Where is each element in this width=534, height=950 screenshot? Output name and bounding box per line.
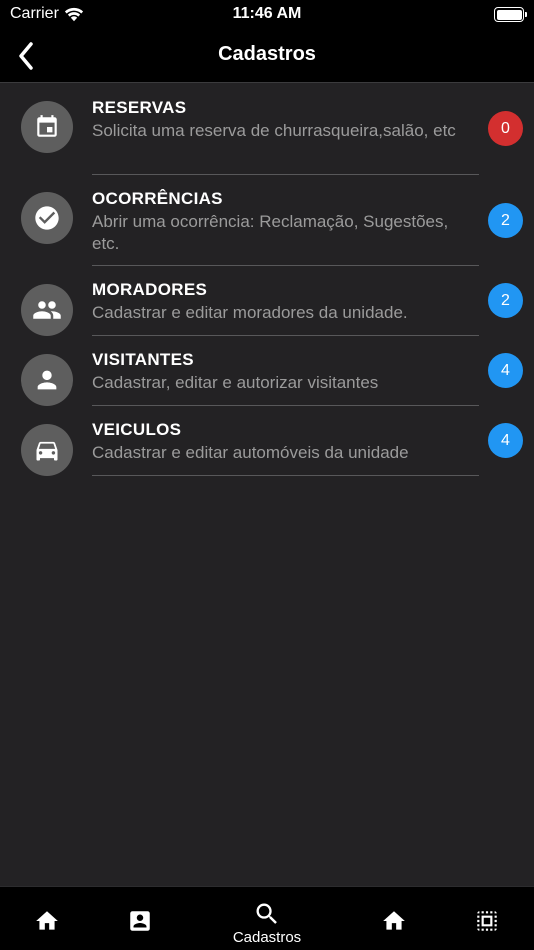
tab-home-secondary[interactable]	[364, 887, 424, 950]
veiculos-icon-circle	[21, 424, 73, 476]
badge-count: 4	[488, 353, 523, 388]
battery-icon	[494, 7, 527, 22]
item-title: RESERVAS	[92, 98, 187, 117]
badge-count: 4	[488, 423, 523, 458]
status-time: 11:46 AM	[232, 5, 302, 22]
visitantes-icon-circle	[21, 354, 73, 406]
item-description: Cadastrar e editar automóveis da unidade	[92, 443, 409, 462]
ocorrencias-icon-circle	[21, 192, 73, 244]
item-description: Cadastrar e editar moradores da unidade.	[92, 303, 408, 322]
contact-card-icon	[130, 911, 150, 931]
tab-cadastros[interactable]: Cadastros	[233, 887, 301, 950]
item-title: OCORRÊNCIAS	[92, 189, 223, 208]
tab-contact-card[interactable]	[110, 887, 170, 950]
item-title: VISITANTES	[92, 350, 194, 369]
item-title: VEICULOS	[92, 420, 182, 439]
item-description: Solicita uma reserva de churrasqueira,sa…	[92, 121, 456, 140]
tab-home[interactable]	[17, 887, 77, 950]
badge-count: 2	[488, 283, 523, 318]
person-icon	[37, 370, 57, 390]
moradores-icon-circle	[21, 284, 73, 336]
cadastros-list: RESERVAS Solicita uma reserva de churras…	[0, 84, 534, 476]
tab-bar: Cadastros	[0, 886, 534, 950]
tab-label: Cadastros	[232, 929, 302, 946]
tab-select-all[interactable]	[457, 887, 517, 950]
status-bar: Carrier 11:46 AM	[0, 0, 534, 30]
navigation-bar: Cadastros	[0, 30, 534, 83]
list-item-reservas[interactable]: RESERVAS Solicita uma reserva de churras…	[0, 84, 534, 175]
page-title: Cadastros	[218, 43, 316, 65]
list-item-moradores[interactable]: MORADORES Cadastrar e editar moradores d…	[0, 266, 534, 336]
item-description: Cadastrar, editar e autorizar visitantes	[92, 373, 379, 392]
people-icon	[33, 301, 61, 319]
list-item-veiculos[interactable]: VEICULOS Cadastrar e editar automóveis d…	[0, 406, 534, 476]
list-item-ocorrencias[interactable]: OCORRÊNCIAS Abrir uma ocorrência: Reclam…	[0, 175, 534, 266]
check-circle-icon	[35, 206, 59, 230]
badge-count: 0	[488, 111, 523, 146]
item-description: Abrir uma ocorrência: Reclamação, Sugest…	[92, 212, 449, 253]
list-item-visitantes[interactable]: VISITANTES Cadastrar, editar e autorizar…	[0, 336, 534, 406]
car-icon	[36, 441, 58, 461]
search-icon	[256, 903, 277, 924]
item-title: MORADORES	[92, 280, 208, 299]
badge-count: 2	[488, 203, 523, 238]
select-all-icon	[477, 911, 497, 931]
divider	[92, 475, 479, 476]
home-icon	[383, 911, 405, 930]
reservas-icon-circle	[21, 101, 73, 153]
home-icon	[36, 911, 58, 930]
calendar-icon	[37, 115, 57, 137]
